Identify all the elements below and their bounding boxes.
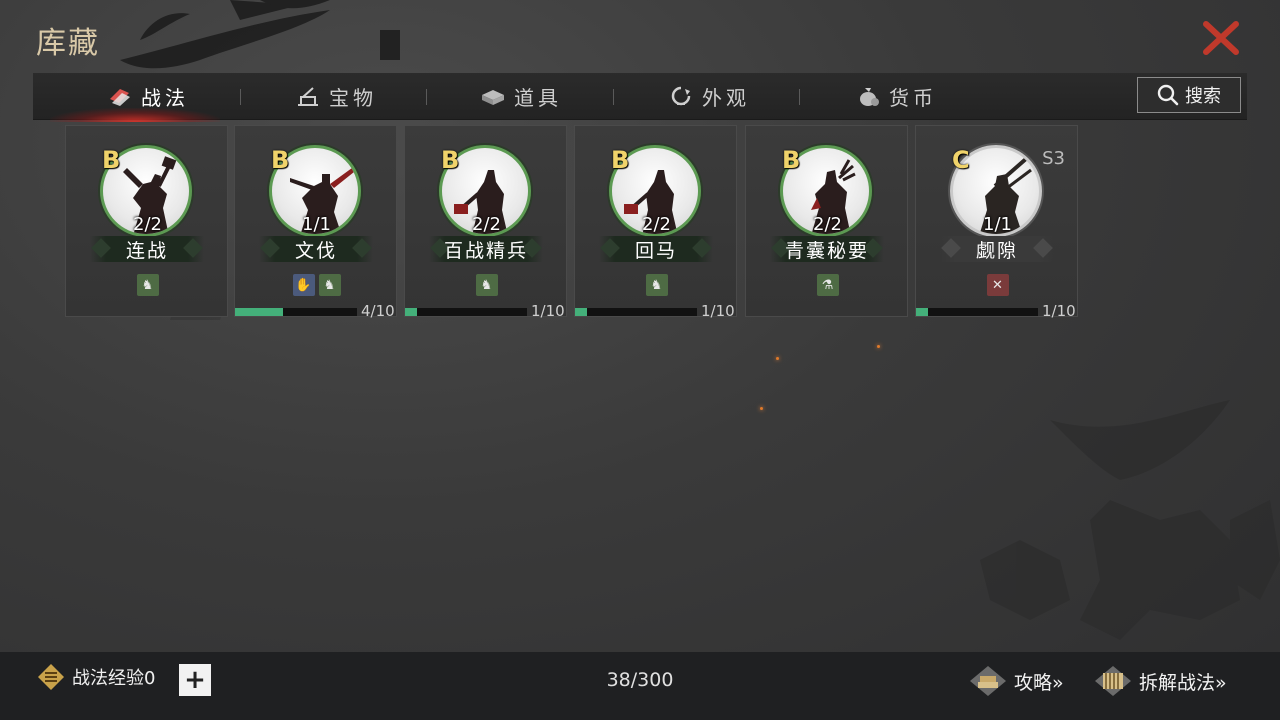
- skill-progress-label: 4/10: [361, 302, 395, 320]
- skill-count: 2/2: [472, 214, 501, 235]
- skill-card[interactable]: B 2/2 回马 ♞ 1/10: [574, 125, 738, 320]
- grade-badge: B: [102, 146, 121, 174]
- skill-name: 青囊秘要: [784, 239, 869, 262]
- grade-badge: B: [271, 146, 290, 174]
- tab-appearance-label: 外观: [702, 85, 750, 110]
- skill-name: 文伐: [294, 239, 337, 262]
- skill-card[interactable]: B 2/2 连战 ♞: [65, 125, 228, 317]
- troop-type-icon: ♞: [318, 274, 341, 296]
- skill-nameplate: 百战精兵: [429, 236, 543, 262]
- guide-book-icon: [970, 666, 1006, 696]
- skill-progress-bar: [575, 308, 697, 316]
- skill-count: 1/1: [302, 214, 331, 235]
- tab-treasures-label: 宝物: [329, 85, 377, 110]
- skill-name: 觑隙: [975, 239, 1018, 262]
- skill-progress-bar: [235, 308, 357, 316]
- tab-treasures[interactable]: 宝物: [295, 73, 377, 119]
- skill-name: 回马: [634, 239, 677, 262]
- tab-appearance[interactable]: 外观: [668, 73, 750, 119]
- guide-button[interactable]: 攻略»: [968, 664, 1064, 698]
- appearance-icon: [671, 86, 691, 106]
- skill-progress-bar: [405, 308, 527, 316]
- skill-count: 2/2: [642, 214, 671, 235]
- tab-items[interactable]: 道具: [480, 73, 562, 119]
- page-title: 库藏: [36, 26, 100, 61]
- strategy-type-icon: ✋: [292, 274, 315, 296]
- grade-badge: B: [782, 146, 801, 174]
- skill-progress-label: 1/10: [701, 302, 735, 320]
- skill-count: 1/1: [983, 214, 1012, 235]
- skill-tags: ♞: [405, 274, 568, 296]
- skill-progress-label: 1/10: [1042, 302, 1076, 320]
- skill-nameplate: 回马: [599, 236, 713, 262]
- skill-capacity: 38/300: [606, 669, 674, 691]
- close-button[interactable]: [1200, 20, 1242, 56]
- skill-card[interactable]: B 2/2 青囊秘要 ⚗: [745, 125, 908, 317]
- currency-bag-icon: [860, 88, 879, 106]
- skill-nameplate: 青囊秘要: [770, 236, 884, 262]
- skill-nameplate: 连战: [90, 236, 204, 262]
- skill-progress-fill: [235, 308, 283, 316]
- skill-card[interactable]: B 1/1 文伐 ✋ ♞ 4/10: [234, 125, 398, 320]
- troop-type-icon: ♞: [475, 274, 498, 296]
- skill-tags: ♞: [66, 274, 229, 296]
- skill-card[interactable]: C S3 1/1 觑隙 ✕ 1/10: [915, 125, 1079, 320]
- skill-progress-bar: [916, 308, 1038, 316]
- skill-card[interactable]: B 2/2 百战精兵 ♞ 1/10: [404, 125, 568, 320]
- dismantle-skill-button[interactable]: 拆解战法»: [1093, 664, 1227, 698]
- close-icon: [1203, 21, 1239, 55]
- season-label: S3: [1042, 148, 1065, 169]
- skill-progress-label: 1/10: [531, 302, 565, 320]
- attack-type-icon: ✕: [986, 274, 1009, 296]
- tab-divider: [240, 89, 241, 105]
- tab-divider: [426, 89, 427, 105]
- guide-label: 攻略»: [1014, 671, 1064, 694]
- skill-tags: ♞: [575, 274, 738, 296]
- skill-nameplate: 觑隙: [940, 236, 1054, 262]
- search-label: 搜索: [1185, 86, 1221, 107]
- troop-type-icon: ♞: [645, 274, 668, 296]
- tab-currency[interactable]: 货币: [855, 73, 937, 119]
- skill-progress-fill: [405, 308, 417, 316]
- skill-count: 2/2: [133, 214, 162, 235]
- search-button[interactable]: 搜索: [1137, 77, 1241, 113]
- grade-badge: B: [441, 146, 460, 174]
- skill-progress-fill: [575, 308, 587, 316]
- skill-tags: ✋ ♞: [235, 274, 398, 296]
- skill-nameplate: 文伐: [259, 236, 373, 262]
- grade-badge: B: [611, 146, 630, 174]
- dismantle-label: 拆解战法»: [1139, 671, 1227, 694]
- dismantle-scroll-icon: [1095, 666, 1131, 696]
- tab-skills-label: 战法: [141, 85, 189, 110]
- healing-type-icon: ⚗: [816, 274, 839, 296]
- search-icon: [1157, 84, 1179, 106]
- skill-count: 2/2: [813, 214, 842, 235]
- grade-badge: C: [952, 146, 970, 174]
- item-box-icon: [482, 90, 504, 105]
- skill-tags: ✕: [916, 274, 1079, 296]
- skill-scroll-icon: [110, 89, 130, 106]
- skill-name: 连战: [125, 239, 168, 262]
- treasure-icon: [298, 87, 318, 106]
- skill-name: 百战精兵: [443, 239, 528, 262]
- tab-items-label: 道具: [514, 85, 562, 110]
- tab-divider: [613, 89, 614, 105]
- active-tab-indicator: [50, 108, 220, 122]
- skill-tags: ⚗: [746, 274, 909, 296]
- tab-currency-label: 货币: [889, 85, 937, 110]
- skill-progress-fill: [916, 308, 928, 316]
- tab-divider: [799, 89, 800, 105]
- troop-type-icon: ♞: [136, 274, 159, 296]
